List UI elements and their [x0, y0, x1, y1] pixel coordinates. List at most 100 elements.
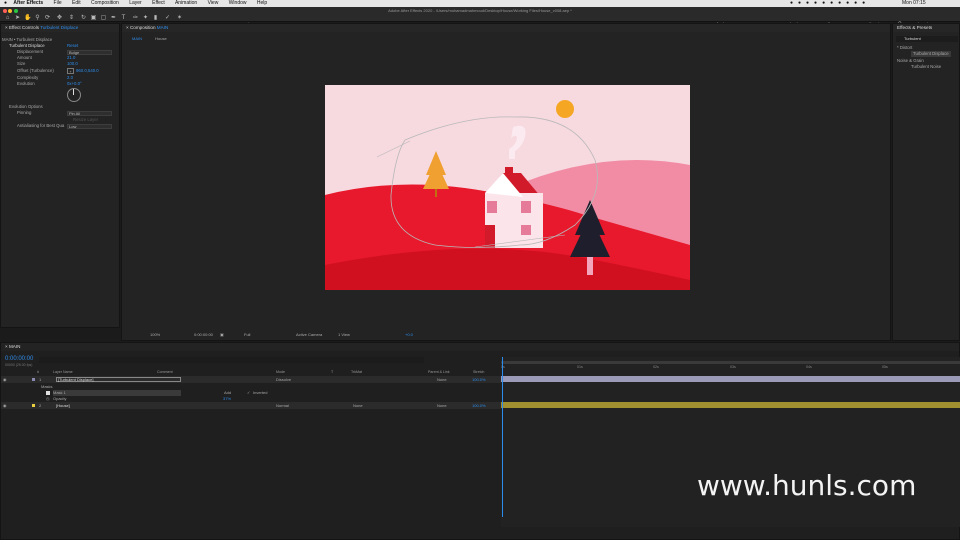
menu-layer[interactable]: Layer — [129, 0, 142, 6]
zoom-tool-icon[interactable]: ⚲ — [34, 15, 41, 22]
ruler-label: 05s — [882, 365, 888, 369]
menu-view[interactable]: View — [208, 0, 219, 6]
layer-row-2[interactable]: ◉ 2 [House] Normal None None 100.0% — [1, 402, 501, 409]
offset-crosshair-icon[interactable]: + — [67, 68, 74, 74]
effects-presets-tab[interactable]: Effects & Presets — [893, 24, 959, 32]
layer-mode-dropdown[interactable]: Dissolve — [276, 376, 291, 383]
effect-item-turbulent-noise[interactable]: Turbulent Noise — [911, 64, 941, 70]
hand-tool-icon[interactable]: ✋ — [24, 15, 31, 22]
resize-layer-checkbox-label[interactable]: Resize Layer — [73, 117, 98, 123]
layer-row-1[interactable]: ◉ 1 [Turbulent Displace] Dissolve None 1… — [1, 376, 501, 383]
ruler-label: 03s — [730, 365, 736, 369]
subtab-main[interactable]: MAIN — [132, 36, 142, 41]
timeline-timecode[interactable]: 0:00:00:00 — [5, 356, 33, 362]
timeline-search-field[interactable] — [39, 357, 424, 363]
effect-reset-link[interactable]: Reset — [67, 43, 78, 49]
effects-search-field[interactable]: Turbulent — [896, 36, 958, 42]
menu-window[interactable]: Window — [229, 0, 247, 6]
prop-evolution-value[interactable]: 0x+0.0° — [67, 81, 82, 87]
clone-tool-icon[interactable]: ✦ — [142, 15, 149, 22]
clock: Mon 07:15 — [902, 0, 926, 6]
layer-trkmat-dropdown-2[interactable]: None — [353, 402, 363, 409]
menu-effect[interactable]: Effect — [152, 0, 165, 6]
composition-tab-label: Composition — [129, 25, 156, 30]
col-number: # — [37, 370, 39, 374]
current-time-indicator[interactable] — [502, 357, 503, 517]
antialias-dropdown[interactable]: Low — [67, 124, 112, 129]
layer-parent-dropdown-2[interactable]: None — [437, 402, 447, 409]
menu-animation[interactable]: Animation — [175, 0, 197, 6]
puppet-tool-icon[interactable]: ✶ — [176, 15, 183, 22]
exposure-value[interactable]: +0.0 — [405, 330, 413, 340]
dolly-tool-icon[interactable]: ⇕ — [68, 15, 75, 22]
layer-parent-dropdown[interactable]: None — [437, 376, 447, 383]
work-area-bar[interactable] — [501, 361, 960, 364]
pinning-value: Pin All — [69, 111, 81, 116]
rotate-tool-icon[interactable]: ↻ — [80, 15, 87, 22]
layer-visibility-icon[interactable]: ◉ — [3, 376, 7, 383]
layer-name-2[interactable]: [House] — [56, 402, 70, 409]
pinning-dropdown[interactable]: Pin All — [67, 111, 112, 116]
menu-composition[interactable]: Composition — [91, 0, 119, 6]
orbit-tool-icon[interactable]: ⟳ — [44, 15, 51, 22]
layer-visibility-icon-2[interactable]: ◉ — [3, 402, 7, 409]
effect-controls-panel: × Effect Controls Turbulent Displace MAI… — [0, 23, 120, 328]
pan-tool-icon[interactable]: ✥ — [56, 15, 63, 22]
layer-number-2: 2 — [39, 403, 42, 408]
category-distort[interactable]: * Distort — [897, 45, 912, 51]
masks-group[interactable]: Masks — [41, 384, 53, 389]
composition-tab[interactable]: × Composition MAIN — [122, 24, 890, 32]
active-camera-value[interactable]: Active Camera — [296, 330, 322, 340]
timeline-tab[interactable]: × MAIN — [1, 343, 959, 351]
home-icon[interactable]: ⌂ — [4, 15, 11, 22]
roto-tool-icon[interactable]: ✓ — [164, 15, 171, 22]
menu-extras-icons[interactable]: ●●●●●●●●●● — [790, 0, 870, 7]
composition-panel: × Composition MAIN MAIN House 100% 0:00:… — [121, 23, 891, 341]
type-tool-icon[interactable]: T — [120, 15, 127, 22]
layer-mode-dropdown-2[interactable]: Normal — [276, 402, 289, 409]
layer-color-label[interactable] — [32, 378, 35, 381]
layer-stretch-2[interactable]: 100.0% — [472, 402, 486, 409]
prop-evolution-label: Evolution — [17, 81, 35, 86]
prop-size-label: Size — [17, 61, 26, 66]
camera-icon[interactable]: ▣ — [220, 330, 224, 340]
menu-file[interactable]: File — [54, 0, 62, 6]
shape-tool-icon[interactable]: ▢ — [100, 15, 107, 22]
mask-color-swatch[interactable] — [46, 391, 50, 395]
effect-item-turbulent-displace[interactable]: Turbulent Displace — [911, 51, 951, 57]
zoom-button[interactable] — [13, 9, 18, 13]
eraser-tool-icon[interactable]: ▮ — [152, 15, 159, 22]
layer-name-field[interactable]: [Turbulent Displace] — [56, 377, 181, 382]
antialias-label: Antialiasing for Best Qua — [17, 123, 65, 128]
views-value[interactable]: 1 View — [338, 330, 350, 340]
brush-tool-icon[interactable]: ✑ — [132, 15, 139, 22]
menu-edit[interactable]: Edit — [72, 0, 81, 6]
pen-tool-icon[interactable]: ✒ — [110, 15, 117, 22]
timeline-tab-label: MAIN — [8, 344, 21, 349]
effect-controls-tab[interactable]: × Effect Controls Turbulent Displace — [1, 24, 119, 32]
watermark: www.hunls.com — [697, 469, 917, 502]
layer-color-label-2[interactable] — [32, 404, 35, 407]
prop-offset-label: Offset (Turbulence) — [17, 68, 54, 73]
comp-canvas[interactable] — [325, 85, 690, 290]
layer-stretch[interactable]: 100.0% — [472, 376, 486, 383]
prop-size-value[interactable]: 100.0 — [67, 61, 78, 67]
apple-icon[interactable]: ● — [4, 0, 7, 6]
minimize-button[interactable] — [8, 9, 13, 13]
timecode-value[interactable]: 0:00:00:00 — [194, 330, 213, 340]
menu-help[interactable]: Help — [257, 0, 267, 6]
composition-tab-name: MAIN — [156, 25, 169, 30]
subtab-house[interactable]: House — [155, 36, 167, 41]
layer-name: [Turbulent Displace] — [58, 377, 94, 382]
layer-2-duration-bar[interactable] — [501, 402, 960, 408]
layer-1-duration-bar[interactable] — [501, 376, 960, 382]
close-button[interactable] — [3, 9, 7, 13]
sun — [556, 100, 574, 118]
anchor-tool-icon[interactable]: ▣ — [90, 15, 97, 22]
prop-offset-value[interactable]: 960.0,540.0 — [76, 68, 99, 74]
selection-tool-icon[interactable]: ➤ — [14, 15, 21, 22]
evolution-dial[interactable] — [67, 88, 81, 102]
zoom-value[interactable]: 100% — [150, 330, 160, 340]
menu-app[interactable]: After Effects — [13, 0, 43, 6]
resolution-value[interactable]: Full — [244, 330, 250, 340]
